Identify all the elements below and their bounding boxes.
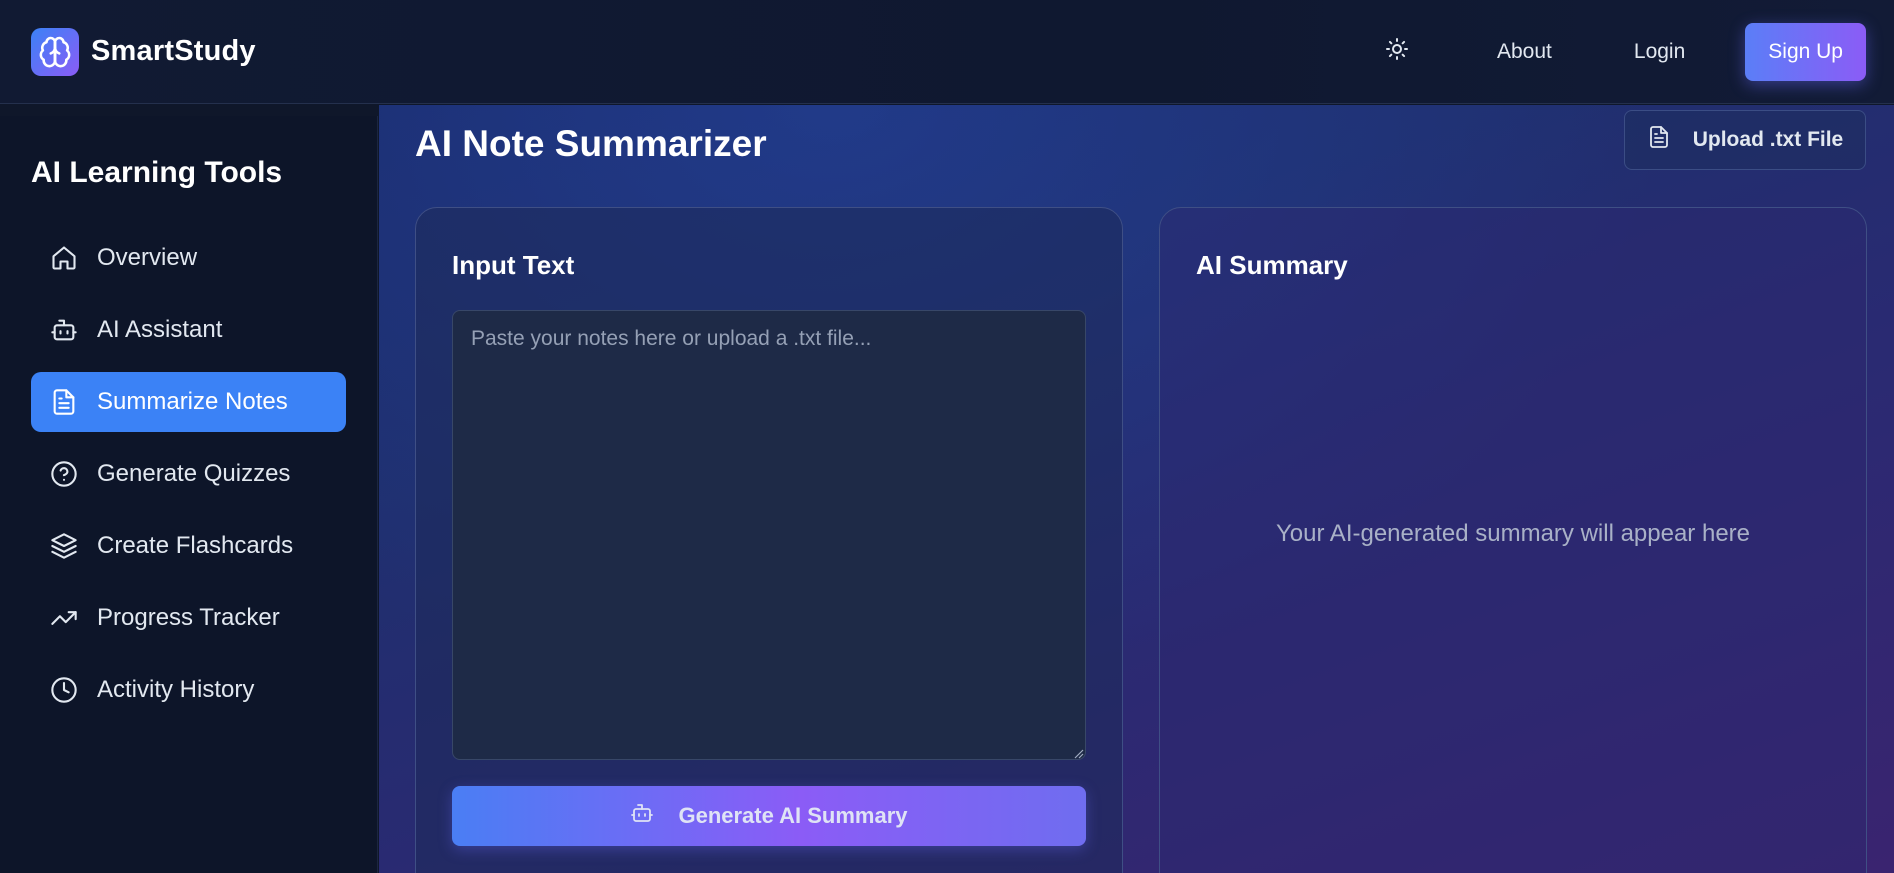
sidebar-item-label: Progress Tracker	[97, 604, 280, 631]
file-text-icon	[49, 387, 79, 417]
layers-icon	[49, 531, 79, 561]
summary-card-title: AI Summary	[1196, 250, 1348, 280]
theme-toggle-button[interactable]	[1373, 28, 1421, 76]
generate-button-label: Generate AI Summary	[678, 803, 908, 828]
ai-summary-card: AI Summary Your AI-generated summary wil…	[1159, 207, 1867, 873]
signup-button[interactable]: Sign Up	[1745, 22, 1866, 81]
bot-icon	[630, 801, 654, 831]
upload-txt-button[interactable]: Upload .txt File	[1624, 110, 1866, 170]
sidebar-item-label: AI Assistant	[97, 316, 223, 343]
about-link[interactable]: About	[1473, 28, 1576, 76]
sidebar-item-label: Activity History	[97, 676, 255, 703]
sidebar-item-overview[interactable]: Overview	[31, 228, 346, 288]
sidebar-item-label: Overview	[97, 244, 198, 271]
sidebar-item-create-flashcards[interactable]: Create Flashcards	[31, 516, 346, 576]
page-title: AI Note Summarizer	[415, 123, 767, 164]
top-navbar: SmartStudy About Login Sign Up	[0, 0, 1894, 104]
help-circle-icon	[49, 459, 79, 489]
sidebar-item-ai-assistant[interactable]: AI Assistant	[31, 300, 346, 360]
sidebar-item-progress-tracker[interactable]: Progress Tracker	[31, 588, 346, 648]
sidebar-item-summarize-notes[interactable]: Summarize Notes	[31, 372, 346, 432]
sidebar-item-generate-quizzes[interactable]: Generate Quizzes	[31, 444, 346, 504]
notes-textarea[interactable]	[452, 310, 1086, 760]
bot-icon	[49, 315, 79, 345]
input-text-card: Input Text Generate AI Summary	[415, 207, 1123, 873]
sidebar: AI Learning Tools Overview AI Assistant …	[0, 116, 378, 873]
sidebar-item-label: Summarize Notes	[97, 388, 288, 415]
brain-icon	[31, 27, 79, 76]
file-text-icon	[1647, 125, 1671, 155]
sidebar-item-label: Generate Quizzes	[97, 460, 291, 487]
sidebar-item-activity-history[interactable]: Activity History	[31, 660, 346, 720]
summary-placeholder: Your AI-generated summary will appear he…	[1275, 520, 1751, 547]
sidebar-title: AI Learning Tools	[31, 156, 283, 189]
home-icon	[49, 243, 79, 273]
input-card-title: Input Text	[452, 250, 575, 280]
resize-grip-icon[interactable]	[1072, 746, 1084, 759]
sun-icon	[1385, 37, 1409, 66]
brand-name: SmartStudy	[91, 35, 256, 67]
clock-icon	[49, 675, 79, 705]
login-link[interactable]: Login	[1610, 28, 1709, 76]
brand[interactable]: SmartStudy	[31, 27, 256, 76]
main-content: AI Note Summarizer Upload .txt File Inpu…	[379, 105, 1894, 873]
header-nav: About Login Sign Up	[1373, 22, 1866, 81]
sidebar-item-label: Create Flashcards	[97, 532, 294, 559]
generate-summary-button[interactable]: Generate AI Summary	[452, 786, 1086, 846]
upload-button-label: Upload .txt File	[1692, 128, 1844, 151]
trending-up-icon	[49, 603, 79, 633]
